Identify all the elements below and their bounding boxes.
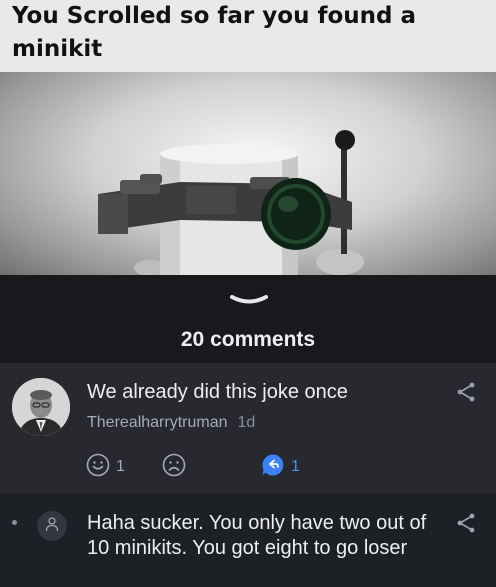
comment-text: We already did this joke once (87, 381, 348, 403)
smile-count: 1 (116, 458, 125, 475)
meme-image[interactable]: You Scrolled so far you found a minikit (0, 0, 496, 275)
meme-caption: You Scrolled so far you found a minikit (0, 0, 496, 72)
comments-header: 20 comments (0, 275, 496, 363)
smile-icon (86, 453, 110, 482)
smile-reaction-button[interactable]: 1 (86, 453, 125, 482)
share-icon[interactable] (456, 513, 476, 533)
comment-card[interactable]: We already did this joke once Therealhar… (0, 363, 496, 494)
share-icon[interactable] (456, 382, 476, 402)
sad-reaction-button[interactable] (162, 453, 186, 482)
comment-author[interactable]: Therealharrytruman (87, 414, 228, 431)
comment-meta: Therealharrytruman 1d (87, 414, 255, 432)
minikit-photo (0, 72, 496, 275)
comment-text: Haha sucker. You only have two out of 10… (87, 512, 427, 559)
thread-dot (12, 520, 17, 525)
comments-count: 20 comments (180, 328, 316, 351)
comment-card[interactable]: Haha sucker. You only have two out of 10… (0, 494, 496, 587)
user-icon (44, 516, 60, 537)
sad-icon (162, 453, 186, 482)
reply-count: 1 (291, 458, 300, 475)
chevron-down-icon[interactable] (226, 289, 272, 309)
avatar[interactable] (37, 511, 67, 541)
reaction-bar: 1 1 (86, 453, 386, 482)
reply-button[interactable]: 1 (261, 453, 300, 482)
avatar[interactable] (12, 378, 70, 436)
reply-icon (261, 453, 285, 482)
comment-time: 1d (237, 414, 256, 431)
